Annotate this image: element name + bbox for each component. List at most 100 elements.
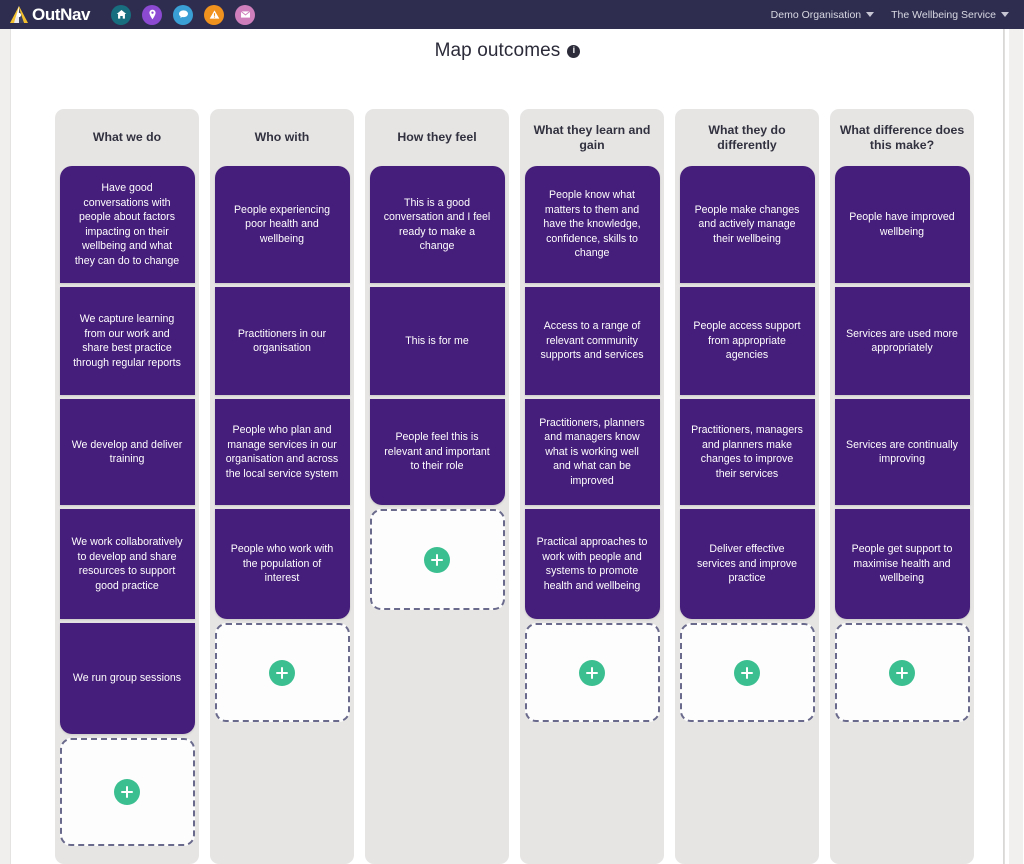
nav-icon-group [111, 4, 256, 25]
outcome-card-text: Deliver effective services and improve p… [696, 543, 798, 585]
info-icon[interactable]: i [567, 44, 581, 58]
page-content: Map outcomes i What we do Have good conve… [11, 29, 1004, 864]
organisation-label: Demo Organisation [770, 8, 862, 21]
outcome-card-text: Have good conversations with people abou… [74, 182, 180, 267]
column-title: What they learn and gain [533, 122, 651, 152]
outcome-card[interactable]: Services are used more appropriately [834, 287, 970, 395]
add-icon[interactable] [269, 659, 295, 686]
outcome-card-text: This is a good conversation and I feel r… [383, 196, 491, 253]
board-column: What they do differently People make chan… [675, 109, 819, 864]
add-icon[interactable] [579, 659, 605, 686]
service-label: The Wellbeing Service [891, 8, 996, 21]
nav-right-group: Demo Organisation The Wellbeing Service [771, 9, 1009, 21]
column-card-list: People know what matters to them and hav… [520, 166, 664, 722]
outcome-card-text: Access to a range of relevant community … [540, 320, 644, 362]
outcomes-board: What we do Have good conversations with p… [55, 109, 995, 864]
board-column: What we do Have good conversations with p… [55, 109, 199, 864]
add-outcome-placeholder[interactable] [524, 623, 660, 722]
outcome-card-text: Practitioners, planners and managers kno… [539, 416, 645, 487]
column-card-list: People experiencing poor health and well… [210, 166, 354, 722]
outcome-card[interactable]: Services are continually improving [834, 399, 970, 505]
outcome-card[interactable]: Access to a range of relevant community … [524, 287, 660, 395]
outcome-card-text: People who work with the population of i… [230, 543, 334, 585]
column-title: Who with [254, 130, 310, 144]
add-outcome-placeholder[interactable] [369, 509, 505, 610]
outcome-card-text: Practical approaches to work with people… [536, 536, 648, 592]
alert-icon[interactable] [204, 4, 225, 25]
outcome-card-text: People make changes and actively manage … [694, 203, 800, 245]
column-card-list: People have improved wellbeing Services a… [830, 166, 974, 722]
board-column: How they feel This is a good conversation… [365, 109, 509, 864]
outnav-logo-icon [8, 4, 30, 25]
outcome-card[interactable]: People get support to maximise health an… [834, 509, 970, 619]
board-column: What they learn and gain People know what… [520, 109, 664, 864]
outcome-card[interactable]: People have improved wellbeing [834, 166, 970, 283]
outcome-card-text: People experiencing poor health and well… [233, 203, 330, 245]
add-outcome-placeholder[interactable] [834, 623, 970, 722]
mail-icon[interactable] [235, 4, 256, 25]
outcome-card-text: People know what matters to them and hav… [543, 189, 641, 260]
outcome-card[interactable]: This is for me [369, 287, 505, 395]
add-icon[interactable] [114, 779, 140, 805]
add-icon[interactable] [889, 659, 915, 686]
organisation-selector[interactable]: Demo Organisation [770, 8, 875, 21]
outcome-card-text: People who plan and manage services in o… [225, 424, 339, 480]
add-icon[interactable] [424, 546, 450, 573]
column-title: What they do differently [708, 122, 786, 152]
right-scroll-rail[interactable] [1004, 29, 1024, 864]
outcome-card-text: People feel this is relevant and importa… [384, 431, 490, 473]
board-column: Who with People experiencing poor health … [210, 109, 354, 864]
outcome-card-text: Practitioners, managers and planners mak… [691, 424, 803, 480]
add-outcome-placeholder[interactable] [59, 738, 195, 846]
top-navigation-bar: OutNav Demo Organisation The Wellbeing S… [0, 0, 1024, 29]
outcome-card-text: People get support to maximise health an… [851, 543, 953, 585]
outcome-card[interactable]: Practitioners, planners and managers kno… [524, 399, 660, 505]
scrollbar-track[interactable] [1009, 29, 1023, 864]
outcome-card[interactable]: Have good conversations with people abou… [59, 166, 195, 283]
outcome-card[interactable]: People feel this is relevant and importa… [369, 399, 505, 505]
home-icon[interactable] [111, 4, 132, 25]
column-card-list: Have good conversations with people abou… [55, 166, 199, 846]
outcome-card[interactable]: Practitioners, managers and planners mak… [679, 399, 815, 505]
column-title: What we do [92, 130, 162, 144]
outcome-card[interactable]: This is a good conversation and I feel r… [369, 166, 505, 283]
outcome-card-text: Services are used more appropriately [846, 327, 958, 355]
column-card-list: People make changes and actively manage … [675, 166, 819, 722]
column-title: How they feel [397, 130, 477, 144]
outcome-card[interactable]: People who plan and manage services in o… [214, 399, 350, 505]
outcome-card[interactable]: People experiencing poor health and well… [214, 166, 350, 283]
outcome-card-text: We develop and deliver training [71, 438, 183, 466]
outcome-card[interactable]: We capture learning from our work and sh… [59, 287, 195, 395]
outcome-card[interactable]: We develop and deliver training [59, 399, 195, 505]
page-title-bar: Map outcomes i [11, 40, 1003, 62]
outcome-card[interactable]: Practical approaches to work with people… [524, 509, 660, 619]
add-icon[interactable] [734, 659, 760, 686]
service-selector[interactable]: The Wellbeing Service [891, 9, 1009, 21]
outcome-card[interactable]: People access support from appropriate a… [679, 287, 815, 395]
outcome-card-text: We work collaboratively to develop and s… [71, 536, 183, 592]
chat-icon[interactable] [173, 4, 194, 25]
board-column: What difference does this make? People ha… [830, 109, 974, 864]
brand-name: OutNav [32, 5, 91, 24]
left-rail [0, 29, 11, 864]
column-card-list: This is a good conversation and I feel r… [365, 166, 509, 610]
outcome-card[interactable]: People make changes and actively manage … [679, 166, 815, 283]
outcome-card-text: Services are continually improving [846, 438, 958, 466]
outcome-card-text: People access support from appropriate a… [693, 320, 801, 362]
outcome-card-text: This is for me [405, 334, 469, 347]
brand-logo[interactable]: OutNav [8, 4, 90, 25]
outcome-card-text: We run group sessions [72, 672, 182, 685]
outcome-card-text: We capture learning from our work and sh… [73, 313, 181, 369]
chevron-down-icon [866, 12, 875, 17]
outcome-card-text: People have improved wellbeing [849, 211, 955, 238]
outcome-card[interactable]: We run group sessions [59, 623, 195, 734]
outcome-card[interactable]: Practitioners in our organisation [214, 287, 350, 395]
outcome-card[interactable]: Deliver effective services and improve p… [679, 509, 815, 619]
add-outcome-placeholder[interactable] [214, 623, 350, 722]
add-outcome-placeholder[interactable] [679, 623, 815, 722]
column-title: What difference does this make? [839, 122, 965, 152]
outcome-card[interactable]: People know what matters to them and hav… [524, 166, 660, 283]
outcome-card[interactable]: People who work with the population of i… [214, 509, 350, 619]
map-pin-icon[interactable] [142, 4, 163, 25]
outcome-card[interactable]: We work collaboratively to develop and s… [59, 509, 195, 619]
